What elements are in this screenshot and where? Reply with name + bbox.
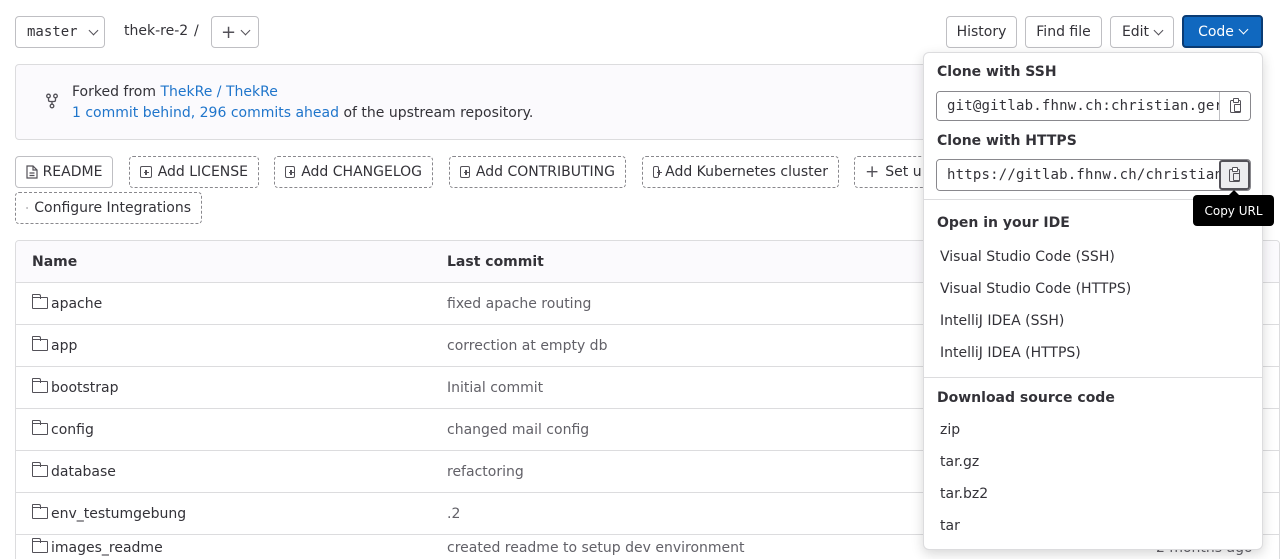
file-name[interactable]: config — [51, 422, 94, 438]
download-tar-gz[interactable]: tar.gz — [940, 454, 979, 470]
readme-label: README — [42, 164, 103, 180]
commit-message[interactable]: refactoring — [447, 451, 524, 493]
fork-source-link[interactable]: ThekRe / ThekRe — [160, 84, 277, 100]
folder-icon — [31, 420, 48, 435]
folder-icon — [31, 462, 48, 477]
file-name[interactable]: apache — [51, 296, 102, 312]
clone-ssh-url-field[interactable]: git@gitlab.fhnw.ch:christian.ger — [937, 92, 1219, 120]
copy-url-tooltip: Copy URL — [1193, 190, 1274, 226]
add-contributing-label: Add CONTRIBUTING — [475, 164, 615, 180]
ide-item-vscode-https[interactable]: Visual Studio Code (HTTPS) — [940, 281, 1131, 297]
chevron-down-icon — [88, 25, 99, 35]
clone-https-heading: Clone with HTTPS — [937, 133, 1077, 149]
copy-https-url-button[interactable] — [1219, 160, 1250, 190]
plus-icon: + — [220, 21, 237, 43]
readme-button[interactable]: README — [15, 156, 113, 188]
edit-dropdown-button[interactable]: Edit — [1110, 16, 1174, 48]
open-ide-heading: Open in your IDE — [937, 215, 1070, 231]
setup-ci-label: Set u — [885, 164, 922, 180]
add-license-label: Add LICENSE — [157, 164, 248, 180]
configure-integrations-label: Configure Integrations — [34, 200, 191, 216]
clipboard-icon — [1229, 166, 1240, 182]
branch-selector[interactable]: master — [15, 16, 105, 48]
last-commit-column-header: Last commit — [447, 254, 544, 270]
file-name-cell: config — [31, 409, 94, 451]
folder-icon — [31, 294, 48, 309]
clone-https-input-group: https://gitlab.fhnw.ch/christian — [936, 159, 1251, 191]
tooltip-text: Copy URL — [1204, 203, 1263, 218]
history-button[interactable]: History — [946, 16, 1017, 48]
fork-banner: Forked from ThekRe / ThekRe 1 commit beh… — [15, 64, 935, 140]
chevron-down-icon — [1238, 24, 1249, 35]
ide-item-intellij-ssh[interactable]: IntelliJ IDEA (SSH) — [940, 313, 1064, 329]
folder-icon — [31, 378, 48, 393]
add-changelog-button[interactable]: Add CHANGELOG — [274, 156, 433, 188]
chevron-down-icon — [240, 25, 251, 35]
gear-icon — [26, 206, 29, 210]
ide-item-vscode-ssh[interactable]: Visual Studio Code (SSH) — [940, 249, 1115, 265]
code-label: Code — [1198, 23, 1234, 40]
add-kubernetes-button[interactable]: Add Kubernetes cluster — [642, 156, 839, 188]
download-tar-bz2[interactable]: tar.bz2 — [940, 486, 988, 502]
commit-message[interactable]: changed mail config — [447, 409, 589, 451]
file-name[interactable]: app — [51, 338, 77, 354]
clone-ssh-input-group: git@gitlab.fhnw.ch:christian.ger — [936, 91, 1251, 121]
file-name[interactable]: database — [51, 464, 116, 480]
configure-integrations-button[interactable]: Configure Integrations — [15, 192, 202, 224]
folder-icon — [31, 336, 48, 351]
fork-status-link[interactable]: 1 commit behind, 296 commits ahead — [72, 105, 339, 121]
download-zip[interactable]: zip — [940, 422, 960, 438]
add-kubernetes-label: Add Kubernetes cluster — [665, 164, 828, 180]
find-file-button[interactable]: Find file — [1025, 16, 1102, 48]
commit-message[interactable]: fixed apache routing — [447, 283, 591, 325]
file-name-cell: database — [31, 451, 116, 493]
file-name-cell: bootstrap — [31, 367, 119, 409]
file-name[interactable]: bootstrap — [51, 380, 119, 396]
fork-icon — [46, 93, 58, 109]
add-contributing-button[interactable]: Add CONTRIBUTING — [449, 156, 626, 188]
file-icon — [25, 165, 38, 179]
plus-icon: + — [865, 162, 880, 182]
fork-status-suffix: of the upstream repository. — [343, 105, 534, 121]
code-dropdown-button[interactable]: Code — [1182, 15, 1263, 48]
plus-square-icon — [653, 166, 662, 178]
commit-message[interactable]: correction at empty db — [447, 325, 607, 367]
ide-item-intellij-https[interactable]: IntelliJ IDEA (HTTPS) — [940, 345, 1081, 361]
history-label: History — [956, 24, 1007, 40]
plus-square-icon — [460, 166, 470, 178]
code-dropdown-menu: Clone with SSH git@gitlab.fhnw.ch:christ… — [923, 52, 1263, 550]
file-name-cell: apache — [31, 283, 102, 325]
download-tar[interactable]: tar — [940, 518, 960, 534]
folder-icon — [31, 538, 48, 553]
add-changelog-label: Add CHANGELOG — [301, 164, 422, 180]
plus-square-icon — [285, 166, 296, 178]
clone-ssh-heading: Clone with SSH — [937, 64, 1057, 80]
fork-prefix: Forked from — [72, 84, 157, 100]
add-license-button[interactable]: Add LICENSE — [129, 156, 259, 188]
branch-name: master — [27, 24, 78, 40]
copy-ssh-url-button[interactable] — [1219, 92, 1250, 120]
chevron-down-icon — [1153, 25, 1164, 35]
folder-icon — [31, 504, 48, 519]
find-file-label: Find file — [1036, 24, 1091, 40]
breadcrumb-repo[interactable]: thek-re-2 — [124, 23, 188, 39]
add-dropdown-button[interactable]: + — [211, 16, 259, 48]
clone-https-url-field[interactable]: https://gitlab.fhnw.ch/christian — [937, 160, 1219, 190]
edit-label: Edit — [1121, 24, 1150, 40]
dropdown-divider — [924, 377, 1262, 378]
breadcrumb-separator: / — [194, 23, 199, 39]
download-source-heading: Download source code — [937, 390, 1115, 406]
commit-message[interactable]: Initial commit — [447, 367, 543, 409]
name-column-header: Name — [32, 254, 78, 270]
file-name[interactable]: images_readme — [51, 540, 163, 556]
plus-square-icon — [140, 166, 152, 178]
clipboard-icon — [1229, 97, 1241, 113]
commit-message[interactable]: created readme to setup dev environment — [447, 527, 745, 559]
file-name-cell: images_readme — [31, 527, 163, 559]
file-name[interactable]: env_testumgebung — [51, 506, 186, 522]
file-name-cell: app — [31, 325, 77, 367]
